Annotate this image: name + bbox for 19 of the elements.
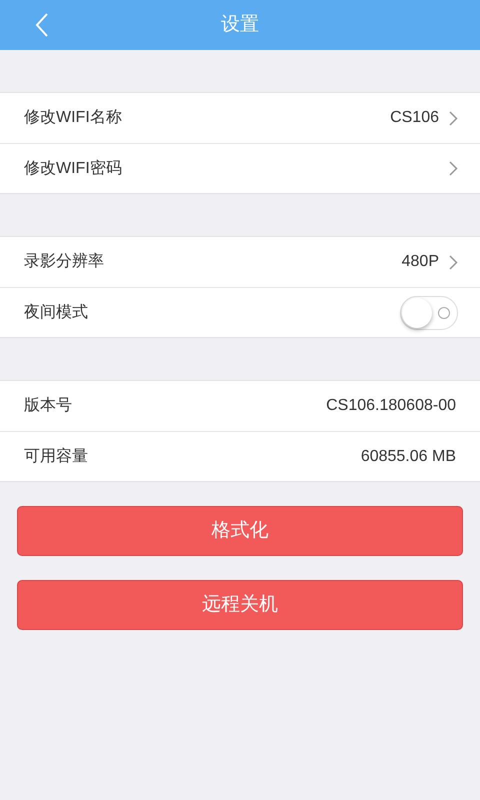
chevron-icon xyxy=(449,110,458,126)
back-icon xyxy=(35,12,49,38)
settings-row[interactable]: 修改WIFI密码 xyxy=(0,143,480,193)
setting-value: 60855.06 MB xyxy=(360,446,456,466)
setting-label: 版本号 xyxy=(24,396,73,416)
toggle-switch[interactable] xyxy=(400,296,458,330)
setting-label: 录影分辨率 xyxy=(24,252,105,272)
chevron-icon xyxy=(449,254,458,270)
setting-label: 夜间模式 xyxy=(24,302,89,322)
setting-label: 修改WIFI密码 xyxy=(24,158,123,178)
setting-value: CS106 xyxy=(390,108,439,128)
setting-label: 可用容量 xyxy=(24,446,89,466)
setting-value: CS106.180608-00 xyxy=(326,396,456,416)
chevron-icon xyxy=(449,161,458,176)
page-title: 设置 xyxy=(221,12,259,37)
settings-row[interactable]: 修改WIFI名称 CS106 xyxy=(0,93,480,143)
settings-row[interactable]: 录影分辨率 480P xyxy=(0,237,480,287)
setting-label: 修改WIFI名称 xyxy=(24,108,123,128)
setting-value: 480P xyxy=(402,252,439,272)
